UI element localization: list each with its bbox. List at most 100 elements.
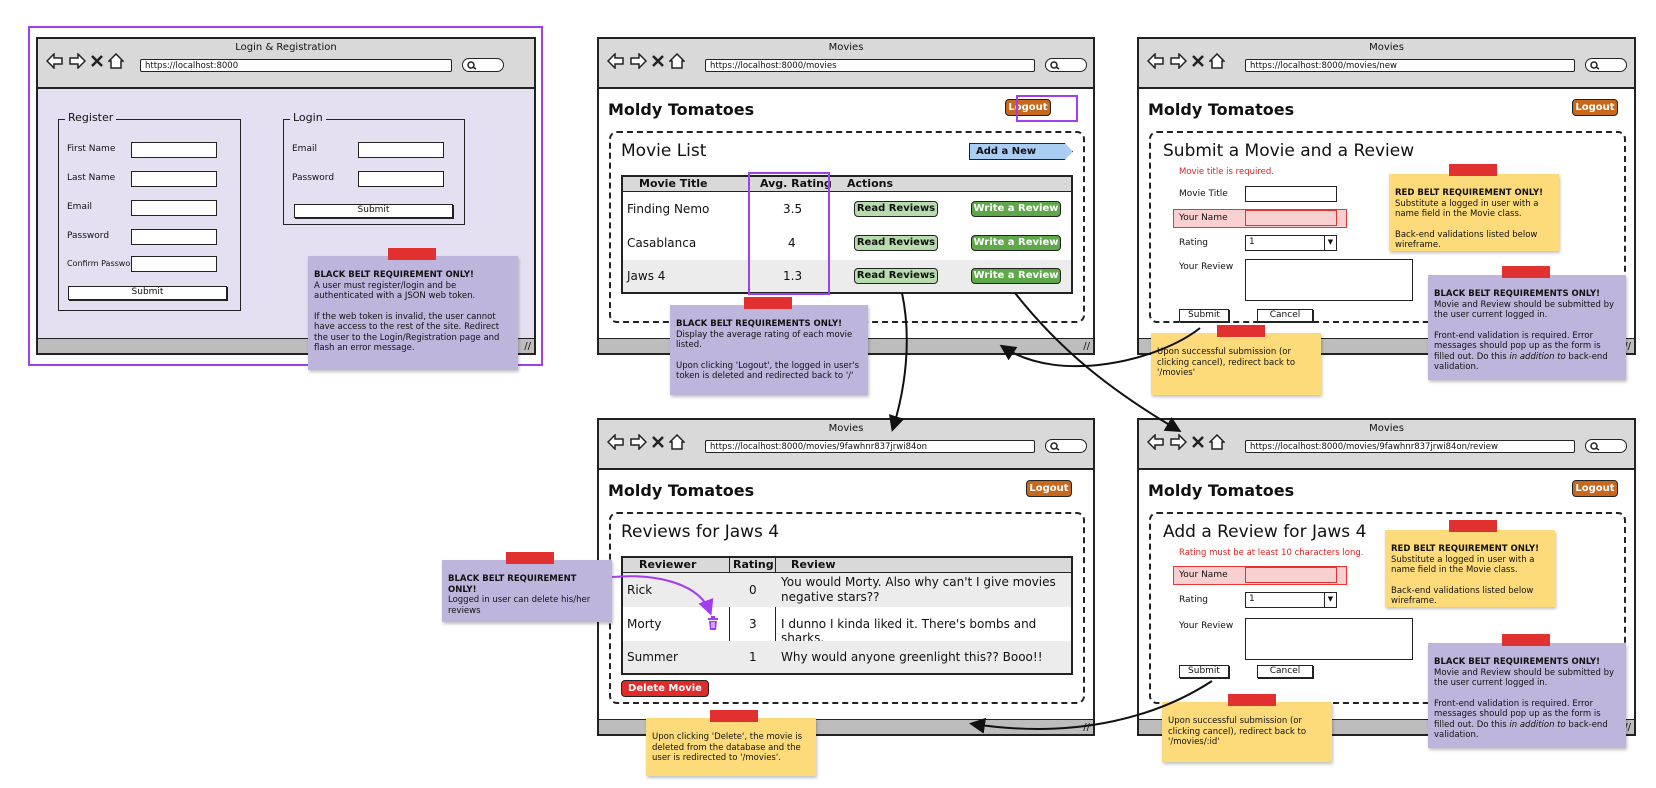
search-box[interactable] (1045, 58, 1087, 72)
your-name-input[interactable] (1245, 210, 1337, 226)
note-text: If the web token is invalid, the user ca… (314, 311, 500, 354)
brand-title: Moldy Tomatoes (608, 481, 755, 500)
close-icon[interactable] (1191, 434, 1205, 450)
close-icon[interactable] (651, 53, 665, 69)
logout-button[interactable]: Logout (1572, 99, 1618, 116)
forward-icon[interactable] (629, 53, 647, 69)
login-email-input[interactable] (358, 142, 444, 158)
url-bar[interactable]: https://localhost:8000/movies/9fawhnr837… (1245, 440, 1575, 453)
delete-redirect-note: Upon clicking 'Delete', the movie is del… (646, 710, 816, 776)
your-review-label: Your Review (1179, 262, 1234, 272)
browser-titlebar: Movies https://localhost:8000/movies/9fa… (1139, 420, 1634, 470)
note-text: Substitute a logged in user with a name … (1395, 198, 1539, 220)
review-cell: Why would anyone greenlight this?? Booo!… (781, 650, 1043, 664)
login-submit-button[interactable]: Submit (294, 204, 453, 218)
note-text-emphasis: in addition to (1509, 719, 1566, 730)
reviewer-cell: Rick (627, 583, 653, 597)
note-heading: BLACK BELT REQUIREMENTS ONLY! (676, 319, 843, 329)
back-icon[interactable] (46, 53, 64, 69)
write-review-button[interactable]: Write a Review (971, 268, 1061, 284)
home-icon[interactable] (669, 434, 685, 450)
url-bar[interactable]: https://localhost:8000/movies/9fawhnr837… (705, 440, 1035, 453)
brand-title: Moldy Tomatoes (608, 100, 755, 119)
password-input[interactable] (131, 229, 217, 245)
reviews-table: Reviewer Rating Review Rick 0 You would … (621, 556, 1073, 675)
submit-button[interactable]: Submit (1179, 665, 1229, 678)
back-icon[interactable] (1147, 434, 1165, 450)
cancel-button[interactable]: Cancel (1257, 665, 1313, 678)
email-input[interactable] (131, 200, 217, 216)
add-movie-button[interactable]: Add a New Movie (969, 143, 1073, 160)
url-bar[interactable]: https://localhost:8000/movies/new (1245, 59, 1575, 72)
note-heading: BLACK BELT REQUIREMENT ONLY! (314, 270, 474, 280)
close-icon[interactable] (1191, 53, 1205, 69)
home-icon[interactable] (669, 53, 685, 69)
write-review-button[interactable]: Write a Review (971, 235, 1061, 251)
note-text-emphasis: in addition to (1509, 351, 1566, 362)
back-icon[interactable] (607, 434, 625, 450)
forward-icon[interactable] (68, 53, 86, 69)
back-icon[interactable] (607, 53, 625, 69)
forward-icon[interactable] (629, 434, 647, 450)
note-text: Front-end validation is required. Error … (1434, 331, 1620, 373)
home-icon[interactable] (1209, 434, 1225, 450)
browser-titlebar: Movies https://localhost:8000/movies/9fa… (599, 420, 1093, 470)
close-icon[interactable] (90, 53, 104, 69)
delete-movie-button[interactable]: Delete Movie (621, 680, 709, 697)
first-name-label: First Name (67, 144, 116, 154)
write-review-button[interactable]: Write a Review (971, 201, 1061, 217)
first-name-input[interactable] (131, 142, 217, 158)
url-bar[interactable]: https://localhost:8000/movies (705, 59, 1035, 72)
last-name-label: Last Name (67, 173, 116, 183)
register-legend: Register (65, 111, 117, 124)
resize-grip-icon[interactable]: // (1083, 341, 1090, 352)
confirm-password-input[interactable] (131, 256, 217, 272)
search-box[interactable] (462, 58, 504, 72)
search-box[interactable] (1585, 439, 1627, 453)
url-bar[interactable]: https://localhost:8000 (140, 59, 452, 72)
trash-icon[interactable] (707, 616, 719, 630)
your-review-textarea[interactable] (1245, 618, 1413, 660)
note-text: Back-end validations listed below wirefr… (1395, 229, 1538, 251)
note-heading: RED BELT REQUIREMENT ONLY! (1395, 188, 1544, 198)
back-icon[interactable] (1147, 53, 1165, 69)
your-review-textarea[interactable] (1245, 259, 1413, 301)
read-reviews-button[interactable]: Read Reviews (854, 201, 938, 217)
logout-button[interactable]: Logout (1572, 480, 1618, 497)
search-box[interactable] (1585, 58, 1627, 72)
tape (506, 552, 554, 564)
tape (1502, 266, 1550, 278)
cancel-button[interactable]: Cancel (1257, 309, 1313, 322)
note-heading: BLACK BELT REQUIREMENTS ONLY! (1434, 289, 1601, 299)
browser-titlebar: Movies https://localhost:8000/movies (599, 39, 1093, 89)
reviewer-cell: Summer (627, 650, 678, 664)
login-password-input[interactable] (358, 171, 444, 187)
rating-select[interactable]: 1 ▼ (1245, 235, 1337, 251)
movie-title-input[interactable] (1245, 186, 1337, 202)
browser-nav (607, 53, 685, 69)
column-header: Movie Title (639, 177, 708, 190)
submit-button[interactable]: Submit (1179, 309, 1229, 322)
table-row: Jaws 4 1.3 Read Reviews Write a Review (623, 260, 1071, 292)
last-name-input[interactable] (131, 171, 217, 187)
home-icon[interactable] (1209, 53, 1225, 69)
search-box[interactable] (1045, 439, 1087, 453)
logout-button[interactable]: Logout (1026, 480, 1072, 497)
column-header: Rating (733, 558, 774, 571)
forward-icon[interactable] (1169, 434, 1187, 450)
resize-grip-icon[interactable]: // (524, 341, 531, 352)
movie-title-label: Movie Title (1179, 189, 1228, 199)
note-text: Upon successful submission (or clicking … (1168, 716, 1307, 747)
resize-grip-icon[interactable]: // (1083, 722, 1090, 733)
register-submit-button[interactable]: Submit (68, 286, 227, 300)
your-name-input[interactable] (1245, 567, 1337, 583)
rating-select[interactable]: 1 ▼ (1245, 592, 1337, 608)
page-heading: Reviews for Jaws 4 (621, 522, 780, 542)
home-icon[interactable] (108, 53, 124, 69)
read-reviews-button[interactable]: Read Reviews (854, 268, 938, 284)
close-icon[interactable] (651, 434, 665, 450)
note-text: Substitute a logged in user with a name … (1391, 554, 1535, 576)
read-reviews-button[interactable]: Read Reviews (854, 235, 938, 251)
table-header: Reviewer Rating Review (623, 558, 1071, 573)
forward-icon[interactable] (1169, 53, 1187, 69)
